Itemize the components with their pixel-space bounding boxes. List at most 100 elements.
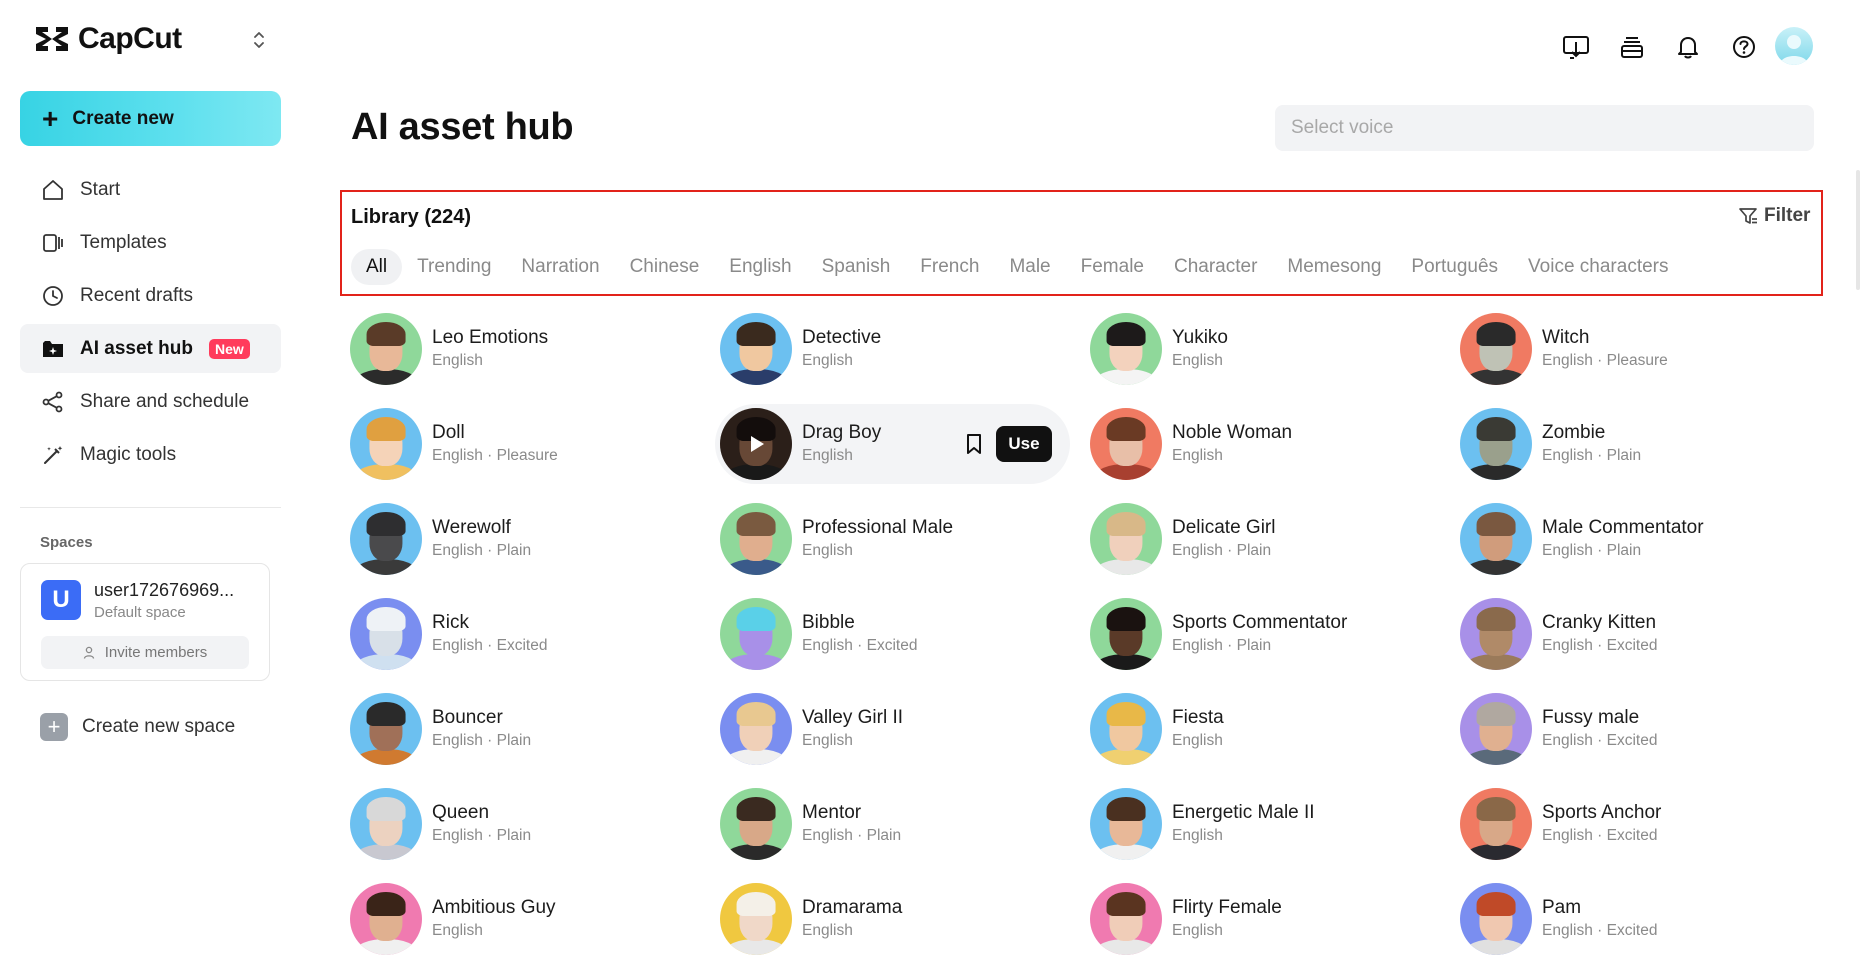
voice-info: Fiesta English — [1172, 706, 1224, 752]
sidebar-item-share-and-schedule[interactable]: Share and schedule — [20, 377, 281, 426]
tab-english[interactable]: English — [714, 249, 806, 285]
download-monitor-icon[interactable] — [1548, 27, 1604, 67]
voice-avatar[interactable] — [1460, 788, 1532, 860]
voice-card[interactable]: Sports Anchor English · Excited — [1460, 784, 1830, 864]
voice-avatar[interactable] — [350, 883, 422, 955]
voice-card[interactable]: Bibble English · Excited — [720, 594, 1090, 674]
tab-character[interactable]: Character — [1159, 249, 1272, 285]
tab-chinese[interactable]: Chinese — [615, 249, 715, 285]
voice-card[interactable]: Dramarama English — [720, 879, 1090, 959]
create-new-button[interactable]: + Create new — [20, 91, 281, 146]
tab-trending[interactable]: Trending — [402, 249, 506, 285]
bell-icon[interactable] — [1660, 27, 1716, 67]
sidebar-item-ai-asset-hub[interactable]: AI asset hub New — [20, 324, 281, 373]
voice-avatar[interactable] — [1460, 693, 1532, 765]
tab-male[interactable]: Male — [994, 249, 1065, 285]
invite-members-button[interactable]: Invite members — [41, 636, 249, 669]
voice-card[interactable]: Ambitious Guy English — [350, 879, 720, 959]
tab-female[interactable]: Female — [1066, 249, 1159, 285]
tab-french[interactable]: French — [905, 249, 994, 285]
spaces-title: Spaces — [40, 534, 93, 551]
voice-card[interactable]: Male Commentator English · Plain — [1460, 499, 1830, 579]
voice-avatar[interactable] — [350, 503, 422, 575]
sidebar-item-recent-drafts[interactable]: Recent drafts — [20, 271, 281, 320]
voice-card[interactable]: Pam English · Excited — [1460, 879, 1830, 959]
voice-info: Professional Male English — [802, 516, 953, 562]
tab-memesong[interactable]: Memesong — [1272, 249, 1396, 285]
voice-avatar[interactable] — [720, 313, 792, 385]
user-avatar[interactable] — [1775, 27, 1813, 65]
voice-card[interactable]: Noble Woman English — [1090, 404, 1460, 484]
voice-avatar[interactable] — [720, 883, 792, 955]
voice-avatar[interactable] — [1090, 693, 1162, 765]
voice-card[interactable]: Leo Emotions English — [350, 309, 720, 389]
voice-avatar[interactable] — [1090, 313, 1162, 385]
voice-meta: English · Excited — [432, 637, 548, 654]
voice-avatar[interactable] — [720, 408, 792, 480]
tab-narration[interactable]: Narration — [506, 249, 614, 285]
voice-avatar[interactable] — [1090, 503, 1162, 575]
voice-avatar[interactable] — [1090, 408, 1162, 480]
voice-avatar[interactable] — [350, 693, 422, 765]
voice-card[interactable]: Fussy male English · Excited — [1460, 689, 1830, 769]
voice-avatar[interactable] — [1090, 788, 1162, 860]
voice-avatar[interactable] — [350, 408, 422, 480]
workspace-switch-icon[interactable] — [250, 30, 268, 52]
voice-card[interactable]: Delicate Girl English · Plain — [1090, 499, 1460, 579]
voice-avatar[interactable] — [720, 503, 792, 575]
voice-card[interactable]: Valley Girl II English — [720, 689, 1090, 769]
filter-label: Filter — [1764, 205, 1811, 226]
voice-card[interactable]: Detective English — [720, 309, 1090, 389]
voice-avatar[interactable] — [1090, 598, 1162, 670]
voice-card[interactable]: Cranky Kitten English · Excited — [1460, 594, 1830, 674]
use-button[interactable]: Use — [996, 426, 1052, 462]
voice-card[interactable]: Queen English · Plain — [350, 784, 720, 864]
voice-card[interactable]: Yukiko English — [1090, 309, 1460, 389]
voice-card[interactable]: Mentor English · Plain — [720, 784, 1090, 864]
voice-card[interactable]: Energetic Male II English — [1090, 784, 1460, 864]
sidebar-item-start[interactable]: Start — [20, 165, 281, 214]
tab-spanish[interactable]: Spanish — [807, 249, 906, 285]
create-new-space-button[interactable]: + Create new space — [40, 713, 235, 741]
space-card[interactable]: U user172676969... Default space Invite … — [20, 563, 270, 681]
help-icon[interactable] — [1716, 27, 1772, 67]
voice-avatar[interactable] — [1090, 883, 1162, 955]
sidebar-item-magic-tools[interactable]: Magic tools — [20, 430, 281, 479]
voice-card[interactable]: Doll English · Pleasure — [350, 404, 720, 484]
play-icon[interactable] — [720, 408, 792, 480]
voice-card[interactable]: Rick English · Excited — [350, 594, 720, 674]
voice-avatar[interactable] — [1460, 598, 1532, 670]
voice-card[interactable]: Werewolf English · Plain — [350, 499, 720, 579]
voice-card[interactable]: Bouncer English · Plain — [350, 689, 720, 769]
tab-voice-characters[interactable]: Voice characters — [1513, 249, 1683, 285]
bookmark-icon[interactable] — [960, 430, 988, 458]
tab-all[interactable]: All — [351, 249, 403, 285]
voice-card[interactable]: Witch English · Pleasure — [1460, 309, 1830, 389]
voice-card[interactable]: Sports Commentator English · Plain — [1090, 594, 1460, 674]
voice-card[interactable]: Drag Boy English Use — [715, 404, 1070, 484]
voice-name: Bouncer — [432, 707, 503, 728]
voice-avatar[interactable] — [720, 598, 792, 670]
voice-card[interactable]: Fiesta English — [1090, 689, 1460, 769]
voice-meta: English · Plain — [432, 732, 532, 749]
sidebar-item-templates[interactable]: Templates — [20, 218, 281, 267]
voice-avatar[interactable] — [720, 693, 792, 765]
voice-avatar[interactable] — [1460, 313, 1532, 385]
voice-info: Yukiko English — [1172, 326, 1228, 372]
voice-card[interactable]: Professional Male English — [720, 499, 1090, 579]
voice-card[interactable]: Zombie English · Plain — [1460, 404, 1830, 484]
voice-avatar[interactable] — [350, 598, 422, 670]
filter-button[interactable]: Filter — [1738, 205, 1810, 227]
voice-avatar[interactable] — [350, 788, 422, 860]
scrollbar[interactable] — [1856, 170, 1860, 290]
voice-avatar[interactable] — [1460, 503, 1532, 575]
layers-icon[interactable] — [1604, 27, 1660, 67]
voice-card[interactable]: Flirty Female English — [1090, 879, 1460, 959]
select-voice-input[interactable] — [1275, 105, 1814, 151]
voice-avatar[interactable] — [350, 313, 422, 385]
voice-avatar[interactable] — [1460, 408, 1532, 480]
voice-avatar[interactable] — [720, 788, 792, 860]
capcut-logo[interactable]: CapCut — [34, 22, 182, 56]
voice-avatar[interactable] — [1460, 883, 1532, 955]
tab-portugu-s[interactable]: Português — [1396, 249, 1513, 285]
